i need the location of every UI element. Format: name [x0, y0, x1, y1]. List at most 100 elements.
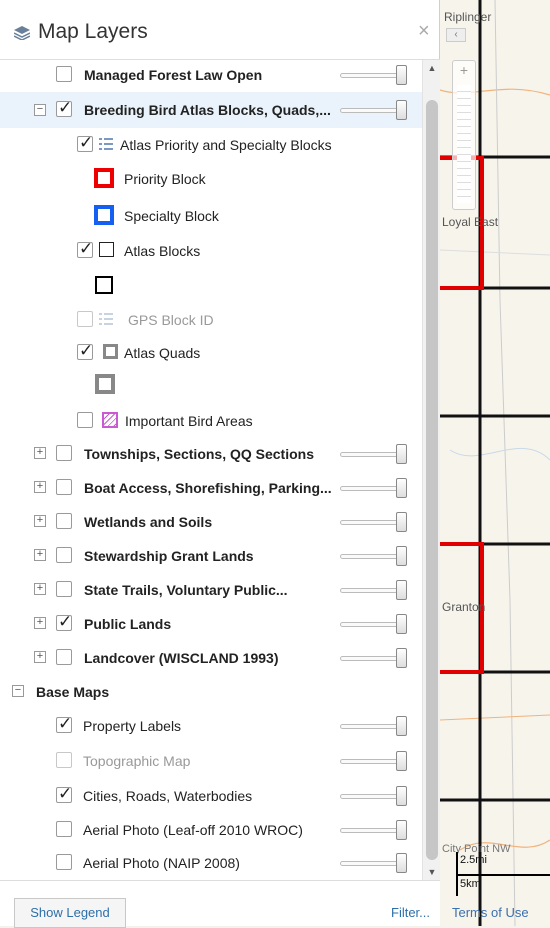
specialty-block-label: Specialty Block — [124, 208, 219, 224]
basemap-row-aerial-leafoff[interactable]: Aerial Photo (Leaf-off 2010 WROC) — [0, 815, 422, 849]
basemap-row-cities[interactable]: Cities, Roads, Waterbodies — [0, 781, 422, 815]
boat-access-opacity-slider[interactable] — [340, 478, 408, 498]
expand-icon[interactable]: + — [34, 481, 46, 493]
public-lands-label: Public Lands — [84, 616, 172, 632]
scale-mi: 2.5mi — [460, 854, 487, 866]
aerial-naip-opacity-slider[interactable] — [340, 853, 408, 873]
layer-row-townships[interactable]: + Townships, Sections, QQ Sections — [0, 439, 422, 473]
layer-row-public-lands[interactable]: + Public Lands — [0, 609, 422, 643]
layer-row-managed-forest[interactable]: Managed Forest Law Open — [0, 60, 422, 94]
managed-forest-opacity-slider[interactable] — [340, 65, 408, 85]
basemap-row-property-labels[interactable]: Property Labels — [0, 711, 422, 745]
expand-icon[interactable]: + — [34, 447, 46, 459]
scroll-thumb[interactable] — [426, 100, 438, 860]
cities-checkbox[interactable] — [56, 784, 72, 804]
atlas-blocks-checkbox[interactable] — [77, 239, 93, 259]
map-label-ripinger: Riplinger — [444, 10, 492, 24]
townships-checkbox[interactable] — [56, 445, 72, 461]
zoom-in-icon[interactable]: + — [453, 61, 475, 79]
layer-row-atlas-priority[interactable]: Atlas Priority and Specialty Blocks — [0, 130, 422, 164]
show-legend-button[interactable]: Show Legend — [14, 898, 126, 928]
aerial-leafoff-checkbox[interactable] — [56, 821, 72, 837]
base-maps-label: Base Maps — [36, 684, 110, 700]
managed-forest-checkbox[interactable] — [56, 66, 72, 82]
scroll-up-icon[interactable]: ▲ — [423, 60, 441, 76]
atlas-quad-legend-swatch — [95, 374, 115, 394]
landcover-label: Landcover (WISCLAND 1993) — [84, 650, 279, 666]
wetlands-checkbox[interactable] — [56, 513, 72, 529]
close-icon[interactable]: × — [418, 20, 430, 43]
layer-row-important-bird[interactable]: Important Bird Areas — [0, 406, 422, 440]
layer-row-stewardship[interactable]: + Stewardship Grant Lands — [0, 541, 422, 575]
state-trails-checkbox[interactable] — [56, 581, 72, 597]
layer-row-breeding-bird[interactable]: − Breeding Bird Atlas Blocks, Quads,... — [0, 92, 422, 128]
landcover-checkbox[interactable] — [56, 649, 72, 665]
property-labels-checkbox[interactable] — [56, 714, 72, 734]
basemap-row-aerial-naip[interactable]: Aerial Photo (NAIP 2008) — [0, 848, 422, 880]
public-lands-opacity-slider[interactable] — [340, 614, 408, 634]
basemap-row-topographic[interactable]: Topographic Map — [0, 746, 422, 780]
collapse-icon[interactable]: − — [34, 104, 46, 116]
topographic-opacity-slider[interactable] — [340, 751, 408, 771]
wetlands-label: Wetlands and Soils — [84, 514, 213, 530]
list-icon — [99, 313, 113, 325]
townships-opacity-slider[interactable] — [340, 444, 408, 464]
filter-link[interactable]: Filter... — [391, 905, 430, 920]
zoom-control[interactable]: + — [452, 60, 476, 210]
stewardship-opacity-slider[interactable] — [340, 546, 408, 566]
stewardship-checkbox[interactable] — [56, 547, 72, 563]
panel-footer: Show Legend Filter... — [0, 880, 440, 928]
legend-row-atlas-block — [0, 272, 422, 306]
property-labels-opacity-slider[interactable] — [340, 716, 408, 736]
atlas-priority-label: Atlas Priority and Specialty Blocks — [120, 137, 332, 153]
cities-label: Cities, Roads, Waterbodies — [83, 788, 253, 804]
map-layers-panel: Map Layers × Managed Forest Law Open − B… — [0, 0, 440, 928]
boat-access-checkbox[interactable] — [56, 479, 72, 495]
townships-label: Townships, Sections, QQ Sections — [84, 446, 315, 462]
base-maps-header[interactable]: − Base Maps — [0, 677, 422, 711]
expand-icon[interactable]: + — [34, 583, 46, 595]
legend-row-priority-block: Priority Block — [0, 164, 422, 198]
gps-block-checkbox[interactable] — [77, 311, 93, 327]
layers-icon — [14, 26, 30, 40]
panel-title: Map Layers — [38, 20, 148, 43]
layer-row-wetlands[interactable]: + Wetlands and Soils — [0, 507, 422, 541]
atlas-quads-swatch — [103, 344, 118, 359]
aerial-leafoff-opacity-slider[interactable] — [340, 820, 408, 840]
scroll-down-icon[interactable]: ▼ — [423, 864, 441, 880]
wetlands-opacity-slider[interactable] — [340, 512, 408, 532]
aerial-naip-checkbox[interactable] — [56, 854, 72, 870]
layer-row-gps-block[interactable]: GPS Block ID — [0, 305, 422, 339]
expand-icon[interactable]: + — [34, 617, 46, 629]
state-trails-label: State Trails, Voluntary Public... — [84, 582, 288, 598]
public-lands-checkbox[interactable] — [56, 612, 72, 632]
layer-row-state-trails[interactable]: + State Trails, Voluntary Public... — [0, 575, 422, 609]
layer-row-atlas-quads[interactable]: Atlas Quads — [0, 338, 422, 372]
landcover-opacity-slider[interactable] — [340, 648, 408, 668]
cities-opacity-slider[interactable] — [340, 786, 408, 806]
zoom-slider[interactable] — [457, 85, 471, 203]
layer-row-atlas-blocks[interactable]: Atlas Blocks — [0, 236, 422, 270]
atlas-quads-checkbox[interactable] — [77, 341, 93, 361]
expand-icon[interactable]: + — [34, 651, 46, 663]
layer-row-boat-access[interactable]: + Boat Access, Shorefishing, Parking... — [0, 473, 422, 507]
layer-row-landcover[interactable]: + Landcover (WISCLAND 1993) — [0, 643, 422, 677]
important-bird-label: Important Bird Areas — [125, 413, 253, 429]
layer-list[interactable]: Managed Forest Law Open − Breeding Bird … — [0, 60, 422, 880]
atlas-priority-checkbox[interactable] — [77, 133, 93, 153]
gps-block-label: GPS Block ID — [128, 312, 214, 328]
layer-list-scrollbar[interactable]: ▲ ▼ — [422, 60, 440, 880]
expand-icon[interactable]: + — [34, 549, 46, 561]
list-icon — [99, 138, 113, 150]
important-bird-checkbox[interactable] — [77, 412, 93, 428]
state-trails-opacity-slider[interactable] — [340, 580, 408, 600]
map-view[interactable]: ‹ + Riplinger Loyal East Granton City Po… — [440, 0, 550, 926]
terms-of-use-link[interactable]: Terms of Use — [452, 905, 529, 920]
breeding-bird-opacity-slider[interactable] — [340, 100, 408, 120]
topographic-checkbox[interactable] — [56, 752, 72, 768]
map-back-button[interactable]: ‹ — [446, 28, 466, 42]
expand-icon[interactable]: + — [34, 515, 46, 527]
map-label-granton: Granton — [442, 600, 486, 614]
breeding-bird-checkbox[interactable] — [56, 98, 72, 118]
collapse-icon[interactable]: − — [12, 685, 24, 697]
